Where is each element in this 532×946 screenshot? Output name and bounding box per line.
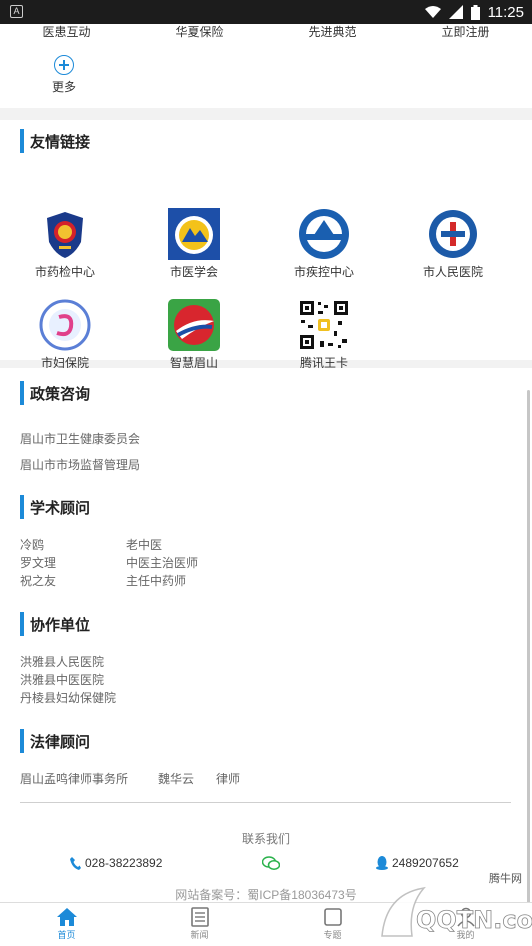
advisor-row: 罗文理 中医主治医师 <box>20 554 512 572</box>
section-marker <box>20 381 24 405</box>
medical-association-icon <box>168 208 220 260</box>
friend-links-title: 友情链接 <box>20 128 90 154</box>
link-label: 市药检中心 <box>34 265 95 279</box>
scrollbar[interactable] <box>527 390 530 902</box>
topic-icon <box>323 908 342 926</box>
cooperation-title: 协作单位 <box>20 611 512 637</box>
policy-link-health-commission[interactable]: 眉山市卫生健康委员会 <box>20 430 512 448</box>
academic-title: 学术顾问 <box>20 494 512 520</box>
contact-phone[interactable]: 028-38223892 <box>70 856 162 870</box>
quick-nav: 医患互动 华夏保险 先进典范 立即注册 更多 <box>0 24 532 108</box>
policy-link-market-supervision[interactable]: 眉山市市场监督管理局 <box>20 456 512 474</box>
nav-register[interactable]: 立即注册 <box>399 24 532 39</box>
partner-hongya-peoples[interactable]: 洪雅县人民医院 <box>20 653 512 671</box>
signal-icon <box>448 5 463 19</box>
site-watermark: 腾牛网 QQTN.com <box>372 866 532 946</box>
tab-home[interactable]: 首页 <box>0 903 133 946</box>
police-emblem-icon <box>39 208 91 260</box>
battery-icon <box>470 4 480 20</box>
page-content[interactable]: 医患互动 华夏保险 先进典范 立即注册 更多 友情链接 市药检中心 市医学会 市… <box>0 24 532 902</box>
section-title-text: 政策咨询 <box>30 385 91 403</box>
advisor-title: 老中医 <box>126 538 163 552</box>
academic-section: 学术顾问 冷鸥 老中医 罗文理 中医主治医师 祝之友 主任中药师 <box>20 494 512 590</box>
legal-title: 法律顾问 <box>20 728 512 754</box>
link-tencent-king-card[interactable]: 腾讯王卡 <box>264 299 384 371</box>
policy-title: 政策咨询 <box>20 380 512 406</box>
advisor-row: 冷鸥 老中医 <box>20 536 512 554</box>
legal-row: 眉山孟鸣律师事务所 魏华云 律师 <box>20 770 512 788</box>
partner-danling-maternal[interactable]: 丹棱县妇幼保健院 <box>20 689 512 707</box>
section-title-text: 友情链接 <box>30 133 91 151</box>
advisor-name: 罗文理 <box>20 556 57 570</box>
phone-icon <box>70 856 81 870</box>
info-section: 政策咨询 眉山市卫生健康委员会 眉山市市场监督管理局 学术顾问 冷鸥 老中医 罗文… <box>0 368 532 902</box>
wifi-icon <box>424 5 441 18</box>
smart-meishan-icon <box>168 299 220 351</box>
legal-section: 法律顾问 眉山孟鸣律师事务所 魏华云 律师 <box>20 728 512 788</box>
section-marker <box>20 612 24 636</box>
tab-news[interactable]: 新闻 <box>133 903 266 946</box>
clock: 11:25 <box>487 3 524 21</box>
home-icon <box>56 908 77 926</box>
link-smart-meishan[interactable]: 智慧眉山 <box>134 299 254 371</box>
advisor-name: 祝之友 <box>20 574 57 588</box>
tab-label: 新闻 <box>190 930 209 940</box>
section-marker <box>20 729 24 753</box>
newspaper-icon <box>190 907 209 927</box>
lawyer-role: 律师 <box>216 772 241 786</box>
link-peoples-hospital[interactable]: 市人民医院 <box>393 208 513 280</box>
contact-title: 联系我们 <box>241 832 290 846</box>
link-label: 市疾控中心 <box>293 265 354 279</box>
watermark-logo-text: QQTN.com <box>416 906 532 934</box>
cdc-icon <box>298 208 350 260</box>
more-button[interactable]: 更多 <box>44 55 84 95</box>
friend-links-section: 友情链接 市药检中心 市医学会 市疾控中心 市人民医院 市妇保院 智慧眉山 腾讯… <box>0 120 532 370</box>
maternity-hospital-icon <box>39 299 91 351</box>
advisor-name: 冷鸥 <box>20 538 45 552</box>
policy-section: 政策咨询 眉山市卫生健康委员会 眉山市市场监督管理局 <box>20 380 512 474</box>
link-label: 市人民医院 <box>422 265 483 279</box>
section-marker <box>20 495 24 519</box>
advisor-title: 中医主治医师 <box>126 556 199 570</box>
section-title-text: 学术顾问 <box>30 499 91 517</box>
section-title-text: 法律顾问 <box>30 733 91 751</box>
more-label: 更多 <box>51 80 76 94</box>
cooperation-section: 协作单位 洪雅县人民医院 洪雅县中医医院 丹棱县妇幼保健院 <box>20 611 512 707</box>
plus-circle-icon <box>54 55 74 75</box>
link-drug-inspection[interactable]: 市药检中心 <box>5 208 125 280</box>
link-maternity-hospital[interactable]: 市妇保院 <box>5 299 125 371</box>
phone-number: 028-38223892 <box>85 856 163 870</box>
advisor-row: 祝之友 主任中药师 <box>20 572 512 590</box>
link-label: 市医学会 <box>169 265 218 279</box>
advisor-title: 主任中药师 <box>126 574 187 588</box>
tab-label: 首页 <box>57 930 76 940</box>
link-cdc[interactable]: 市疾控中心 <box>264 208 384 280</box>
divider <box>20 802 511 803</box>
nav-doctor-patient[interactable]: 医患互动 <box>0 24 133 39</box>
nav-exemplars[interactable]: 先进典范 <box>266 24 399 39</box>
nav-huaxia-insurance[interactable]: 华夏保险 <box>133 24 266 39</box>
link-medical-association[interactable]: 市医学会 <box>134 208 254 280</box>
app-notification-icon: A <box>10 5 23 18</box>
status-bar: A 11:25 <box>0 0 532 24</box>
wechat-icon <box>262 856 280 870</box>
qr-code-icon <box>298 299 350 351</box>
contact-wechat[interactable] <box>262 856 280 870</box>
section-title-text: 协作单位 <box>30 616 91 634</box>
law-firm: 眉山孟鸣律师事务所 <box>20 772 129 786</box>
partner-hongya-tcm[interactable]: 洪雅县中医医院 <box>20 671 512 689</box>
hospital-icon <box>427 208 479 260</box>
lawyer-name: 魏华云 <box>158 772 195 786</box>
section-marker <box>20 129 24 153</box>
watermark-logo: QQTN.com <box>381 886 532 937</box>
